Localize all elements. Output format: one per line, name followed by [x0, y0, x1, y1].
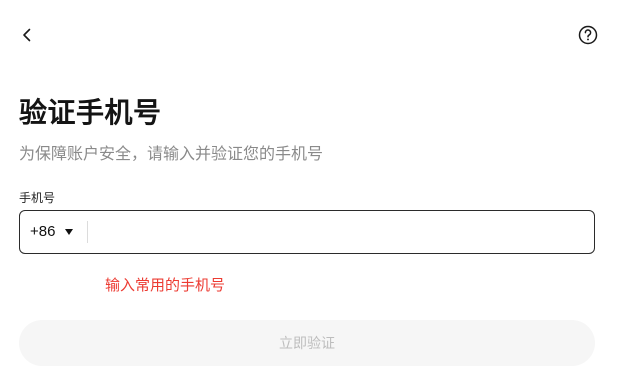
page-title: 验证手机号 — [19, 97, 162, 128]
country-code-value: +86 — [30, 223, 56, 240]
caret-down-icon — [65, 229, 74, 235]
help-button[interactable] — [577, 24, 599, 46]
verify-now-button[interactable]: 立即验证 — [19, 320, 595, 366]
page-subtitle: 为保障账户安全，请输入并验证您的手机号 — [19, 146, 324, 163]
back-button[interactable] — [16, 24, 38, 46]
divider — [87, 221, 88, 243]
phone-field-label: 手机号 — [19, 191, 56, 205]
phone-error-message: 输入常用的手机号 — [105, 277, 226, 294]
phone-number-input[interactable] — [98, 212, 586, 252]
verify-phone-screen: 验证手机号 为保障账户安全，请输入并验证您的手机号 手机号 +86 输入常用的手… — [0, 0, 620, 388]
chevron-left-icon — [23, 28, 31, 42]
country-code-select[interactable]: +86 — [30, 211, 74, 253]
question-circle-icon — [578, 25, 598, 45]
phone-input-group: +86 — [19, 210, 595, 254]
